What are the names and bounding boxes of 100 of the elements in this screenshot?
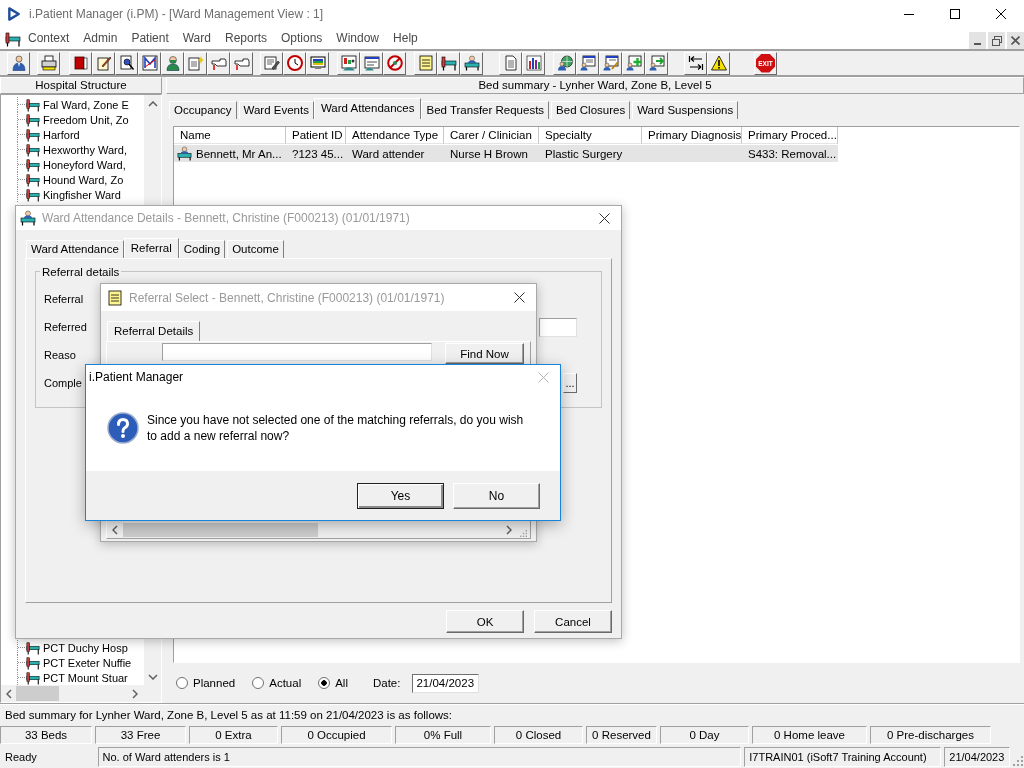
column-header[interactable]: Carer / Clinician	[444, 127, 539, 144]
tree-item[interactable]: PCT Exeter Nuffie	[1, 655, 144, 670]
toolbar-button[interactable]	[360, 51, 383, 75]
tab[interactable]: Bed Closures	[551, 101, 631, 119]
toolbar-button[interactable]	[553, 51, 576, 75]
toolbar-button[interactable]	[622, 51, 645, 75]
menu-item[interactable]: Window	[329, 29, 387, 48]
tab[interactable]: Ward Attendance	[26, 240, 124, 258]
toolbar-button[interactable]	[283, 51, 306, 75]
find-button[interactable]: Find Now	[445, 343, 524, 364]
radio-button[interactable]	[176, 677, 188, 689]
column-header[interactable]: Primary Proced...	[742, 127, 838, 144]
toolbar-button[interactable]	[522, 51, 545, 75]
bed-icon	[26, 127, 40, 142]
chevron-up-icon[interactable]	[147, 101, 158, 107]
chevron-down-icon[interactable]	[147, 674, 158, 680]
toolbar-button[interactable]	[92, 51, 115, 75]
toolbar-button[interactable]	[306, 51, 329, 75]
chevron-right-icon[interactable]	[132, 688, 138, 699]
group-title: Referral details	[40, 265, 122, 279]
tab[interactable]: Ward Attendances	[313, 98, 422, 119]
radio-option[interactable]: All	[318, 677, 348, 689]
message-text: Since you have not selected one of the matching referrals, do you wish to add a new referral now?	[147, 412, 525, 444]
swap-arrows-icon	[687, 55, 704, 71]
tree-item[interactable]: Kingfisher Ward	[1, 187, 144, 202]
radio-option[interactable]: Planned	[176, 677, 236, 689]
tab[interactable]: Coding	[178, 240, 226, 258]
menu-item[interactable]: Patient	[124, 29, 176, 48]
toolbar-button[interactable]	[69, 51, 92, 75]
tab[interactable]: Ward Events	[238, 101, 314, 119]
toolbar-button[interactable]	[599, 51, 622, 75]
menu-item[interactable]: Options	[274, 29, 330, 48]
radio-button[interactable]	[252, 677, 265, 689]
input-field[interactable]	[162, 343, 432, 361]
menu-item[interactable]: Help	[386, 29, 425, 48]
printer-icon	[40, 55, 57, 71]
toolbar-button[interactable]	[383, 51, 406, 75]
bed-icon	[26, 112, 40, 127]
tab[interactable]: Referral Details	[107, 321, 201, 341]
column-header[interactable]: Attendance Type	[346, 127, 444, 144]
input-field[interactable]	[539, 317, 577, 337]
chevron-left-icon[interactable]	[112, 525, 118, 535]
table-row[interactable]: Bennett, Mr An... ?123 45... Ward attender Nurse H Brown Plastic Surgery S433: Removal...	[174, 145, 838, 162]
date-field[interactable]: 21/04/2023	[412, 673, 480, 693]
radio-button[interactable]	[318, 677, 331, 689]
menu-item[interactable]: Reports	[217, 29, 274, 48]
tab[interactable]: Ward Suspensions	[632, 101, 739, 119]
menu-item[interactable]: Admin	[76, 29, 125, 48]
dialog-button[interactable]: Cancel	[534, 610, 612, 633]
tab[interactable]: Outcome	[227, 240, 284, 258]
scroll-thumb[interactable]	[16, 686, 59, 701]
bed-icon[interactable]	[5, 30, 21, 47]
tree-item[interactable]: PCT Mount Stuar	[1, 670, 144, 685]
tree-item[interactable]: Freedom Unit, Zo	[1, 112, 144, 127]
tab[interactable]: Referral	[123, 238, 179, 258]
radio-option[interactable]: Actual	[252, 677, 302, 689]
chevron-left-icon[interactable]	[6, 688, 12, 699]
column-header[interactable]: Primary Diagnosis	[642, 127, 742, 144]
pane-header: Hospital Structure	[0, 77, 162, 94]
column-header[interactable]: Specialty	[539, 127, 642, 144]
toolbar-button[interactable]	[37, 51, 60, 75]
tree-item[interactable]: PCT Duchy Hosp	[1, 640, 144, 655]
toolbar-button[interactable]	[138, 51, 161, 75]
dialog-button[interactable]: OK	[446, 610, 524, 633]
tree-item[interactable]: Hound Ward, Zo	[1, 172, 144, 187]
toolbar-button[interactable]	[260, 51, 283, 75]
field-label: Referral	[44, 293, 84, 305]
minimize-button[interactable]	[969, 32, 986, 49]
toolbar-button[interactable]	[576, 51, 599, 75]
toolbar-button[interactable]	[115, 51, 138, 75]
toolbar-button[interactable]	[645, 51, 668, 75]
menu-item[interactable]: Ward	[175, 29, 218, 48]
monitor-icon	[309, 55, 326, 71]
column-header[interactable]: Patient ID	[286, 127, 346, 144]
chevron-right-icon[interactable]	[506, 525, 512, 535]
bed-icon	[26, 172, 40, 187]
toolbar-button[interactable]	[684, 51, 707, 75]
restore-button[interactable]	[988, 32, 1005, 49]
browse-button[interactable]: ...	[563, 373, 577, 393]
tree-item[interactable]: Hexworthy Ward,	[1, 142, 144, 157]
tree-item[interactable]: Honeyford Ward,	[1, 157, 144, 172]
scroll-thumb[interactable]	[123, 523, 318, 537]
globe-person-icon	[556, 55, 573, 71]
tab[interactable]: Bed Transfer Requests	[421, 101, 550, 119]
tree-item[interactable]: Harford	[1, 127, 144, 142]
menu-item[interactable]: Context	[21, 29, 77, 48]
horizontal-scrollbar[interactable]	[1, 685, 161, 702]
dialog-button[interactable]: Yes	[357, 482, 444, 509]
resize-grip-icon[interactable]	[1013, 756, 1023, 766]
toolbar-button[interactable]	[460, 51, 483, 75]
toolbar-button[interactable]	[707, 51, 730, 75]
table-cell: S433: Removal...	[748, 147, 837, 160]
resize-grip-icon[interactable]	[520, 530, 527, 537]
dialog-button[interactable]: No	[453, 482, 540, 509]
column-header[interactable]: Name	[174, 127, 286, 144]
tab[interactable]: Occupancy	[169, 101, 237, 119]
toolbar-button[interactable]	[437, 51, 460, 75]
tree-item[interactable]: Fal Ward, Zone E	[1, 97, 144, 112]
toolbar-button[interactable]	[7, 51, 30, 75]
close-button[interactable]	[1007, 32, 1024, 49]
